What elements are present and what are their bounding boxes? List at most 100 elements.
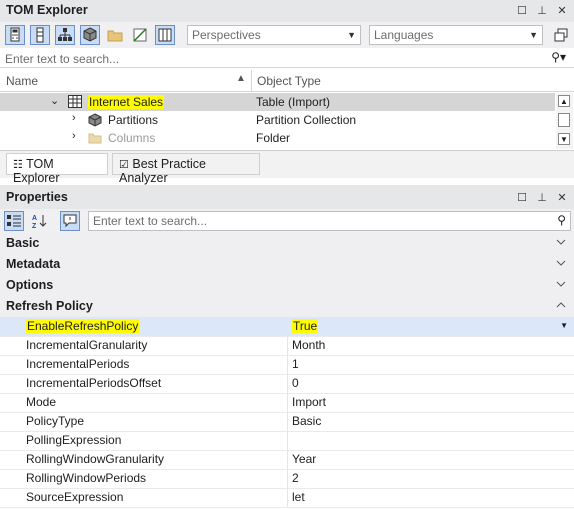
tab-best-practice-analyzer[interactable]: ☑ Best Practice Analyzer [112, 153, 260, 185]
folder-icon[interactable] [105, 25, 125, 45]
group-options[interactable]: Options [0, 275, 574, 297]
prop-row-rolling-window-periods[interactable]: RollingWindowPeriods 2 [0, 469, 574, 489]
prop-name: RollingWindowPeriods [26, 471, 147, 485]
group-basic[interactable]: Basic [0, 233, 574, 255]
prop-row-mode[interactable]: Mode Import [0, 393, 574, 413]
tom-explorer-titlebar: TOM Explorer ☐ ⊥ ✕ [0, 0, 574, 22]
prop-value[interactable]: Month [292, 338, 325, 352]
prop-row-incremental-periods-offset[interactable]: IncrementalPeriodsOffset 0 [0, 374, 574, 394]
property-pages-icon[interactable] [60, 211, 80, 231]
tree-row-columns[interactable]: › Columns Folder [0, 129, 555, 147]
prop-row-incremental-periods[interactable]: IncrementalPeriods 1 [0, 355, 574, 375]
chevron-up-icon[interactable] [556, 300, 566, 310]
prop-value[interactable]: 2 [292, 471, 299, 485]
chevron-down-icon[interactable] [556, 258, 566, 268]
pin-icon[interactable]: ⊥ [534, 190, 550, 206]
svg-text:Z: Z [32, 223, 37, 230]
copy-windows-icon[interactable] [551, 25, 571, 45]
prop-row-incremental-granularity[interactable]: IncrementalGranularity Month [0, 336, 574, 356]
properties-search-input[interactable]: Enter text to search... ⚲ [88, 211, 571, 231]
checklist-icon: ☑ [119, 159, 129, 171]
tree-icon: ☷ [13, 159, 23, 171]
group-label: Refresh Policy [6, 299, 93, 313]
search-icon[interactable]: ⚲▾ [551, 50, 566, 64]
prop-name: Mode [26, 395, 57, 409]
maximize-icon[interactable]: ☐ [514, 190, 530, 206]
tom-explorer-title: TOM Explorer [6, 3, 88, 17]
chevron-down-icon[interactable]: ▼ [560, 321, 568, 330]
column-view-icon[interactable] [155, 25, 175, 45]
prop-value[interactable]: True [292, 319, 319, 333]
header-object-type[interactable]: Object Type [257, 74, 321, 88]
prop-row-enable-refresh-policy[interactable]: EnableRefreshPolicy True ▼ [0, 317, 574, 337]
sort-up-icon: ▲ [236, 73, 246, 84]
prop-name: RollingWindowGranularity [26, 452, 165, 466]
search-icon[interactable]: ⚲ [557, 213, 566, 227]
prop-row-policy-type[interactable]: PolicyType Basic [0, 412, 574, 432]
scroll-thumb[interactable] [558, 113, 570, 127]
group-label: Options [6, 278, 54, 292]
tree-scrollbar[interactable]: ▲ ▼ [556, 93, 573, 149]
prop-row-source-expression[interactable]: SourceExpression let [0, 488, 574, 508]
tree-row-partitions[interactable]: › Partitions Partition Collection [0, 111, 555, 129]
prop-value[interactable]: Import [292, 395, 326, 409]
prop-name: EnableRefreshPolicy [26, 319, 140, 333]
tree-label: Internet Sales [88, 95, 165, 109]
prop-value[interactable]: Year [292, 452, 316, 466]
cube-icon[interactable] [80, 25, 100, 45]
tree-row-internet-sales[interactable]: ⌄ Internet Sales Table (Import) [0, 93, 555, 111]
chevron-down-icon: ▼ [529, 30, 538, 40]
pin-icon[interactable]: ⊥ [534, 3, 550, 19]
tab-label: Best Practice Analyzer [119, 157, 206, 185]
prop-name: IncrementalPeriods [26, 357, 130, 371]
prop-value[interactable]: let [292, 490, 305, 504]
tom-column-header: Name ▲ Object Type [0, 70, 574, 92]
folder-icon [88, 133, 102, 144]
group-label: Metadata [6, 257, 61, 271]
prop-value[interactable]: Basic [292, 414, 321, 428]
tom-toolbar: Perspectives ▼ Languages ▼ [0, 22, 574, 48]
prop-row-polling-expression[interactable]: PollingExpression [0, 431, 574, 451]
scroll-down-icon[interactable]: ▼ [558, 133, 570, 145]
tree-type: Table (Import) [256, 95, 331, 109]
tom-search-bar[interactable]: Enter text to search... ⚲▾ [0, 48, 574, 68]
tree-type: Folder [256, 131, 291, 145]
chevron-down-icon[interactable] [556, 237, 566, 247]
maximize-icon[interactable]: ☐ [514, 3, 530, 19]
chevron-down-icon[interactable] [556, 279, 566, 289]
chevron-right-icon[interactable]: › [72, 112, 76, 124]
table-icon [68, 95, 82, 108]
close-icon[interactable]: ✕ [554, 3, 570, 19]
hierarchy-icon[interactable] [55, 25, 75, 45]
prop-name: PolicyType [26, 414, 85, 428]
tab-tom-explorer[interactable]: ☷ TOM Explorer [6, 153, 108, 185]
group-refresh-policy[interactable]: Refresh Policy [0, 296, 574, 318]
prop-row-rolling-window-granularity[interactable]: RollingWindowGranularity Year [0, 450, 574, 470]
header-name[interactable]: Name [6, 74, 38, 88]
columns-icon[interactable] [30, 25, 50, 45]
properties-titlebar: Properties ☐ ⊥ ✕ [0, 185, 574, 209]
chevron-right-icon[interactable]: › [72, 130, 76, 142]
tom-search-input[interactable]: Enter text to search... [5, 52, 119, 66]
tree-type: Partition Collection [256, 113, 357, 127]
prop-value[interactable]: 0 [292, 376, 299, 390]
chevron-down-icon[interactable]: ⌄ [50, 94, 59, 107]
search-placeholder: Enter text to search... [93, 214, 208, 228]
group-label: Basic [6, 236, 40, 250]
group-metadata[interactable]: Metadata [0, 254, 574, 276]
close-icon[interactable]: ✕ [554, 190, 570, 206]
prop-name: SourceExpression [26, 490, 124, 504]
prop-value[interactable]: 1 [292, 357, 299, 371]
alphabetical-icon[interactable]: AZ [30, 211, 50, 231]
chevron-down-icon: ▼ [347, 30, 356, 40]
hidden-objects-icon[interactable] [130, 25, 150, 45]
tom-tree: ⌄ Internet Sales Table (Import) › Partit… [0, 93, 574, 149]
languages-dropdown[interactable]: Languages ▼ [369, 25, 543, 45]
calculator-icon[interactable] [5, 25, 25, 45]
perspectives-dropdown[interactable]: Perspectives ▼ [187, 25, 361, 45]
properties-title: Properties [6, 190, 68, 204]
prop-name: IncrementalGranularity [26, 338, 148, 352]
categorized-icon[interactable] [4, 211, 24, 231]
tree-label: Partitions [108, 113, 159, 127]
scroll-up-icon[interactable]: ▲ [558, 95, 570, 107]
